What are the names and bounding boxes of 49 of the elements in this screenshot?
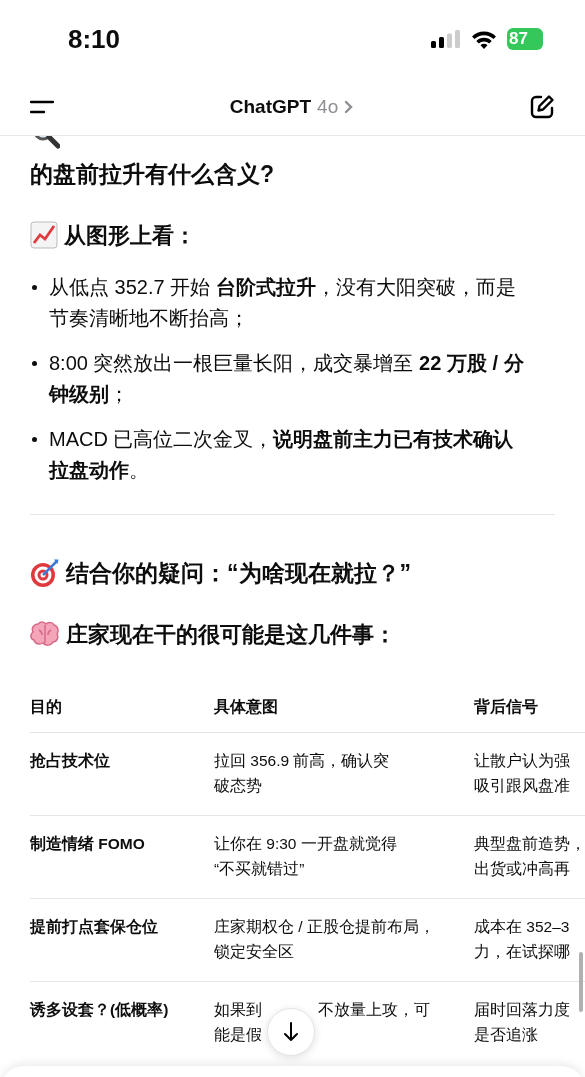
cell-text-line: 出货或冲高再	[474, 859, 570, 879]
cell-text-line: 让你在 9:30 一开盘就觉得	[214, 834, 397, 854]
magnifier-icon	[32, 136, 60, 150]
arrow-down-icon	[283, 1022, 299, 1042]
bullet-icon	[32, 437, 37, 442]
scrollbar[interactable]	[579, 952, 583, 1012]
signal-icon	[431, 30, 461, 48]
column-header: 具体意图	[214, 697, 278, 717]
target-icon	[30, 558, 60, 588]
cell-text-line: 锁定安全区	[214, 942, 294, 962]
cell-text-line: 吸引跟风盘准	[474, 776, 570, 796]
cell-text-line: 典型盘前造势，	[474, 834, 585, 854]
chart-icon	[30, 221, 58, 249]
table-cell-text: 制造情绪 FOMO	[30, 834, 145, 854]
chevron-icon	[344, 99, 354, 114]
bullet-icon	[32, 285, 37, 290]
column-header: 目的	[30, 697, 62, 717]
section-heading: 庄家现在干的很可能是这几件事：	[66, 621, 396, 649]
model-selector[interactable]: ChatGPT 4o	[229, 95, 354, 118]
cell-text-line: 能是假	[214, 1025, 262, 1045]
new-chat-icon[interactable]	[529, 93, 555, 120]
bullet-text: MACD 已高位二次金叉，说明盘前主力已有技术确认拉盘动作。	[49, 427, 515, 483]
battery-indicator: 87	[507, 28, 543, 50]
cell-text-line: 成本在 352–3	[474, 917, 570, 937]
cell-text-line: 力，在试探哪	[474, 942, 570, 962]
column-header: 背后信号	[474, 697, 538, 717]
section-heading: 的盘前拉升有什么含义?	[30, 160, 275, 189]
bullet-text: 从低点 352.7 开始 台阶式拉升，没有大阳突破，而是节奏清晰地不断抬高；	[49, 275, 517, 331]
bullet-text: 8:00 突然放出一根巨量长阳，成交暴增至 22 万股 / 分钟级别；	[49, 351, 525, 407]
table-cell-text: 诱多设套？(低概率)	[30, 1000, 169, 1020]
section-heading: 从图形上看：	[64, 222, 196, 250]
cell-text-line: 拉回 356.9 前高，确认突	[214, 751, 390, 771]
menu-icon[interactable]	[30, 99, 54, 114]
cell-text-line: 是否追涨	[474, 1025, 538, 1045]
bullet-icon	[32, 361, 37, 366]
brain-icon	[30, 620, 60, 648]
cell-text-line: 让散户认为强	[474, 751, 570, 771]
scroll-down-button[interactable]	[267, 1008, 315, 1056]
table-cell-text: 提前打点套保仓位	[30, 917, 158, 937]
status-time: 8:10	[68, 23, 121, 55]
cell-text-line: 如果到	[214, 1000, 262, 1020]
cell-text-line: “不买就错过”	[214, 859, 305, 879]
cell-text-line: 庄家期权仓 / 正股仓提前布局，	[214, 917, 435, 937]
wifi-icon	[471, 29, 497, 49]
cell-text-line: 破态势	[214, 776, 262, 796]
cell-text-line: 不放量上攻，可	[318, 1000, 430, 1020]
cell-text-line: 届时回落力度	[474, 1000, 570, 1020]
section-heading: 结合你的疑问：“为啥现在就拉？”	[66, 559, 411, 588]
table-cell-text: 抢占技术位	[30, 751, 110, 771]
